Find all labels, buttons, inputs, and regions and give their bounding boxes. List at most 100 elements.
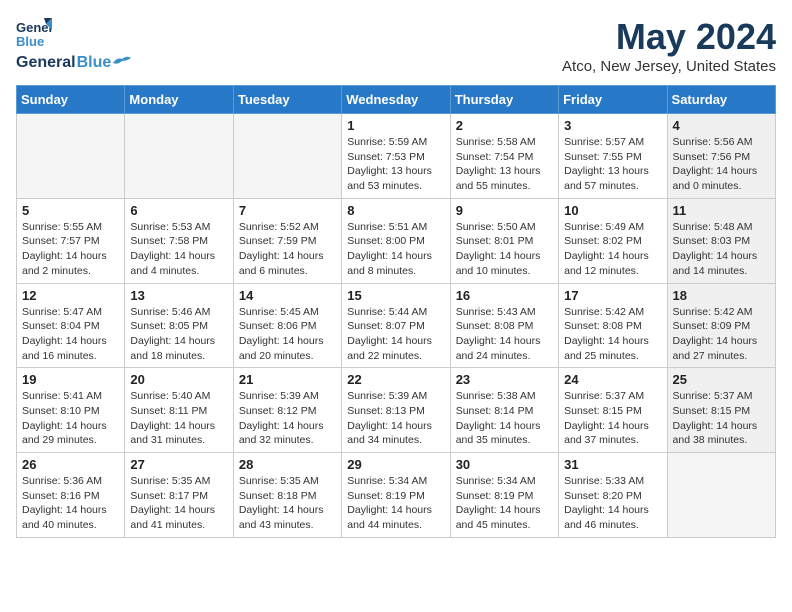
- logo-icon: General Blue: [16, 16, 52, 52]
- calendar-header: SundayMondayTuesdayWednesdayThursdayFrid…: [17, 86, 776, 114]
- calendar-cell: 6 Sunrise: 5:53 AM Sunset: 7:58 PM Daylig…: [125, 198, 233, 283]
- calendar-cell: 5 Sunrise: 5:55 AM Sunset: 7:57 PM Daylig…: [17, 198, 125, 283]
- calendar-cell: [667, 453, 775, 538]
- calendar-week-row: 19 Sunrise: 5:41 AM Sunset: 8:10 PM Dayli…: [17, 368, 776, 453]
- cell-info: Sunrise: 5:55 AM Sunset: 7:57 PM Dayligh…: [22, 220, 119, 279]
- cell-info: Sunrise: 5:39 AM Sunset: 8:12 PM Dayligh…: [239, 389, 336, 448]
- day-number: 2: [456, 118, 553, 133]
- calendar-cell: 23 Sunrise: 5:38 AM Sunset: 8:14 PM Dayli…: [450, 368, 558, 453]
- cell-info: Sunrise: 5:58 AM Sunset: 7:54 PM Dayligh…: [456, 135, 553, 194]
- cell-info: Sunrise: 5:52 AM Sunset: 7:59 PM Dayligh…: [239, 220, 336, 279]
- cell-info: Sunrise: 5:34 AM Sunset: 8:19 PM Dayligh…: [456, 474, 553, 533]
- day-number: 8: [347, 203, 444, 218]
- calendar-cell: 21 Sunrise: 5:39 AM Sunset: 8:12 PM Dayli…: [233, 368, 341, 453]
- day-number: 28: [239, 457, 336, 472]
- day-number: 30: [456, 457, 553, 472]
- calendar-cell: 9 Sunrise: 5:50 AM Sunset: 8:01 PM Daylig…: [450, 198, 558, 283]
- cell-info: Sunrise: 5:47 AM Sunset: 8:04 PM Dayligh…: [22, 305, 119, 364]
- day-number: 15: [347, 288, 444, 303]
- day-number: 5: [22, 203, 119, 218]
- cell-info: Sunrise: 5:40 AM Sunset: 8:11 PM Dayligh…: [130, 389, 227, 448]
- day-number: 22: [347, 372, 444, 387]
- cell-info: Sunrise: 5:36 AM Sunset: 8:16 PM Dayligh…: [22, 474, 119, 533]
- calendar-cell: 28 Sunrise: 5:35 AM Sunset: 8:18 PM Dayli…: [233, 453, 341, 538]
- calendar-cell: 14Sunrise: 5:45 AM Sunset: 8:06 PM Dayli…: [233, 283, 341, 368]
- calendar-cell: [17, 114, 125, 199]
- day-number: 1: [347, 118, 444, 133]
- calendar-cell: 15 Sunrise: 5:44 AM Sunset: 8:07 PM Dayli…: [342, 283, 450, 368]
- cell-info: Sunrise: 5:46 AM Sunset: 8:05 PM Dayligh…: [130, 305, 227, 364]
- location-title: Atco, New Jersey, United States: [562, 58, 776, 75]
- day-number: 24: [564, 372, 661, 387]
- calendar-cell: 18Sunrise: 5:42 AM Sunset: 8:09 PM Dayli…: [667, 283, 775, 368]
- day-number: 20: [130, 372, 227, 387]
- cell-info: Sunrise: 5:49 AM Sunset: 8:02 PM Dayligh…: [564, 220, 661, 279]
- cell-info: Sunrise: 5:37 AM Sunset: 8:15 PM Dayligh…: [673, 389, 770, 448]
- day-number: 25: [673, 372, 770, 387]
- calendar-cell: [233, 114, 341, 199]
- calendar-cell: 29 Sunrise: 5:34 AM Sunset: 8:19 PM Dayli…: [342, 453, 450, 538]
- month-title: May 2024: [562, 16, 776, 58]
- calendar-cell: 26 Sunrise: 5:36 AM Sunset: 8:16 PM Dayli…: [17, 453, 125, 538]
- weekday-header: Wednesday: [342, 86, 450, 114]
- day-number: 13: [130, 288, 227, 303]
- cell-info: Sunrise: 5:53 AM Sunset: 7:58 PM Dayligh…: [130, 220, 227, 279]
- day-number: 26: [22, 457, 119, 472]
- cell-info: Sunrise: 5:44 AM Sunset: 8:07 PM Dayligh…: [347, 305, 444, 364]
- day-number: 27: [130, 457, 227, 472]
- day-number: 11: [673, 203, 770, 218]
- calendar-cell: 3Sunrise: 5:57 AM Sunset: 7:55 PM Daylig…: [559, 114, 667, 199]
- logo: General Blue General Blue: [16, 16, 131, 72]
- day-number: 7: [239, 203, 336, 218]
- day-number: 31: [564, 457, 661, 472]
- weekday-header: Friday: [559, 86, 667, 114]
- day-number: 9: [456, 203, 553, 218]
- logo-blue: Blue: [77, 54, 112, 72]
- calendar-cell: 24 Sunrise: 5:37 AM Sunset: 8:15 PM Dayli…: [559, 368, 667, 453]
- calendar-cell: 1 Sunrise: 5:59 AM Sunset: 7:53 PM Daylig…: [342, 114, 450, 199]
- cell-info: Sunrise: 5:37 AM Sunset: 8:15 PM Dayligh…: [564, 389, 661, 448]
- calendar-cell: 4Sunrise: 5:56 AM Sunset: 7:56 PM Daylig…: [667, 114, 775, 199]
- logo-general: General: [16, 54, 76, 72]
- calendar-table: SundayMondayTuesdayWednesdayThursdayFrid…: [16, 85, 776, 538]
- cell-info: Sunrise: 5:57 AM Sunset: 7:55 PM Dayligh…: [564, 135, 661, 194]
- cell-info: Sunrise: 5:39 AM Sunset: 8:13 PM Dayligh…: [347, 389, 444, 448]
- calendar-cell: 27 Sunrise: 5:35 AM Sunset: 8:17 PM Dayli…: [125, 453, 233, 538]
- day-number: 17: [564, 288, 661, 303]
- day-number: 12: [22, 288, 119, 303]
- day-number: 18: [673, 288, 770, 303]
- day-number: 29: [347, 457, 444, 472]
- title-block: May 2024 Atco, New Jersey, United States: [562, 16, 776, 75]
- cell-info: Sunrise: 5:35 AM Sunset: 8:18 PM Dayligh…: [239, 474, 336, 533]
- cell-info: Sunrise: 5:38 AM Sunset: 8:14 PM Dayligh…: [456, 389, 553, 448]
- page-header: General Blue General Blue May 2024 Atco,…: [16, 16, 776, 75]
- cell-info: Sunrise: 5:50 AM Sunset: 8:01 PM Dayligh…: [456, 220, 553, 279]
- calendar-cell: 12 Sunrise: 5:47 AM Sunset: 8:04 PM Dayli…: [17, 283, 125, 368]
- cell-info: Sunrise: 5:59 AM Sunset: 7:53 PM Dayligh…: [347, 135, 444, 194]
- day-number: 10: [564, 203, 661, 218]
- day-number: 19: [22, 372, 119, 387]
- day-number: 16: [456, 288, 553, 303]
- day-number: 23: [456, 372, 553, 387]
- day-number: 6: [130, 203, 227, 218]
- calendar-cell: 20 Sunrise: 5:40 AM Sunset: 8:11 PM Dayli…: [125, 368, 233, 453]
- calendar-cell: 31 Sunrise: 5:33 AM Sunset: 8:20 PM Dayli…: [559, 453, 667, 538]
- svg-text:Blue: Blue: [16, 34, 44, 49]
- cell-info: Sunrise: 5:33 AM Sunset: 8:20 PM Dayligh…: [564, 474, 661, 533]
- day-number: 21: [239, 372, 336, 387]
- calendar-cell: 2 Sunrise: 5:58 AM Sunset: 7:54 PM Daylig…: [450, 114, 558, 199]
- calendar-cell: 25 Sunrise: 5:37 AM Sunset: 8:15 PM Dayli…: [667, 368, 775, 453]
- calendar-cell: 10 Sunrise: 5:49 AM Sunset: 8:02 PM Dayli…: [559, 198, 667, 283]
- calendar-week-row: 26 Sunrise: 5:36 AM Sunset: 8:16 PM Dayli…: [17, 453, 776, 538]
- calendar-week-row: 12 Sunrise: 5:47 AM Sunset: 8:04 PM Dayli…: [17, 283, 776, 368]
- cell-info: Sunrise: 5:34 AM Sunset: 8:19 PM Dayligh…: [347, 474, 444, 533]
- calendar-cell: 19 Sunrise: 5:41 AM Sunset: 8:10 PM Dayli…: [17, 368, 125, 453]
- calendar-cell: 16Sunrise: 5:43 AM Sunset: 8:08 PM Dayli…: [450, 283, 558, 368]
- cell-info: Sunrise: 5:35 AM Sunset: 8:17 PM Dayligh…: [130, 474, 227, 533]
- calendar-week-row: 1 Sunrise: 5:59 AM Sunset: 7:53 PM Daylig…: [17, 114, 776, 199]
- day-number: 14: [239, 288, 336, 303]
- cell-info: Sunrise: 5:41 AM Sunset: 8:10 PM Dayligh…: [22, 389, 119, 448]
- day-number: 4: [673, 118, 770, 133]
- calendar-cell: [125, 114, 233, 199]
- weekday-header: Tuesday: [233, 86, 341, 114]
